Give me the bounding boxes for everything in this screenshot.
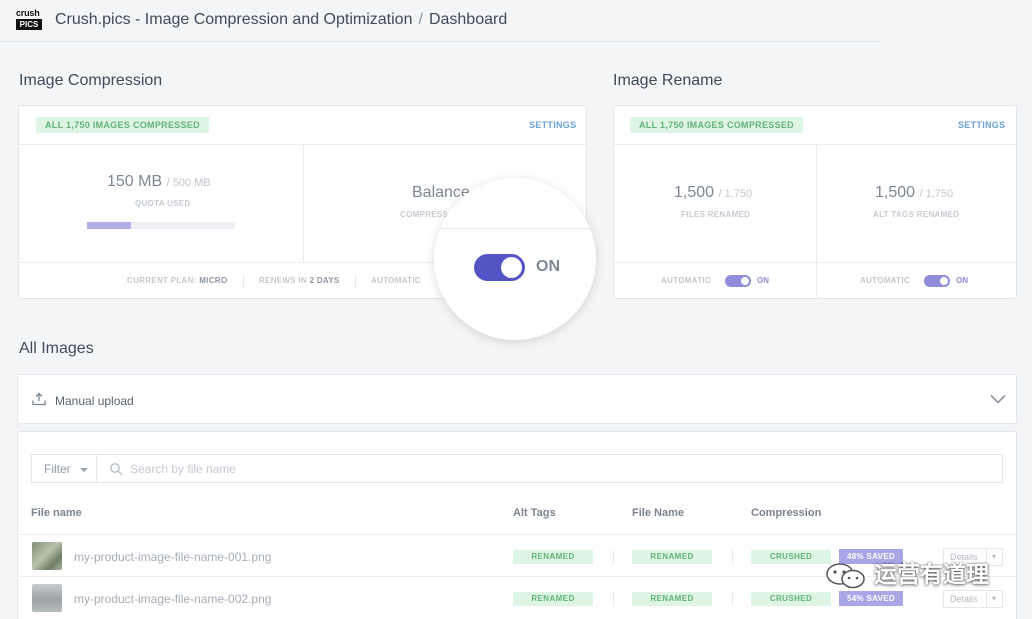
alt-tags-status: RENAMED	[513, 592, 593, 606]
quota-progress-bar	[87, 222, 235, 229]
cell-separator	[732, 550, 733, 564]
logo-text-bottom: PICS	[16, 19, 42, 30]
divider	[614, 144, 1016, 145]
compression-status-badge: ALL 1,750 IMAGES COMPRESSED	[36, 117, 209, 133]
file-name: my-product-image-file-name-001.png	[74, 550, 272, 564]
quota-used-label: QUOTA USED	[135, 199, 191, 208]
automatic-files-state: ON	[757, 276, 769, 285]
cell-separator	[613, 550, 614, 564]
filter-dropdown[interactable]: Filter	[31, 454, 97, 483]
top-bar: crush PICS Crush.pics - Image Compressio…	[0, 0, 880, 42]
column-header-file-name-status[interactable]: File Name	[632, 507, 684, 519]
alt-tags-renamed-value: 1,500 / 1,750	[875, 184, 953, 202]
alt-tags-renamed-total: / 1,750	[919, 188, 954, 200]
files-renamed-count: 1,500	[674, 184, 715, 201]
divider	[986, 591, 987, 607]
column-header-compression[interactable]: Compression	[751, 507, 821, 519]
renews-in-value: 2 DAYS	[309, 276, 340, 285]
compression-mode-label: COMPRESS	[400, 210, 449, 219]
toggle-magnifier: ON	[434, 178, 596, 340]
files-renamed-total: / 1,750	[718, 188, 753, 200]
all-images-title: All Images	[19, 340, 94, 357]
files-renamed-label: FILES RENAMED	[681, 210, 751, 219]
breadcrumb: Crush.pics - Image Compression and Optim…	[55, 11, 507, 29]
compression-status: CRUSHED	[751, 550, 831, 564]
rename-status-badge: ALL 1,750 IMAGES COMPRESSED	[630, 117, 803, 133]
watermark-text: 运营有道理	[874, 562, 989, 588]
current-plan: CURRENT PLAN: MICRO	[127, 276, 227, 286]
footer-separator	[355, 275, 356, 287]
alt-tags-status: RENAMED	[513, 550, 593, 564]
files-renamed-value: 1,500 / 1,750	[674, 184, 752, 202]
crush-pics-logo[interactable]: crush PICS	[16, 9, 42, 31]
quota-used-value: 150 MB / 500 MB	[107, 173, 211, 191]
column-header-alt-tags[interactable]: Alt Tags	[513, 507, 556, 519]
current-plan-label: CURRENT PLAN:	[127, 276, 197, 285]
caret-down-icon[interactable]: ▾	[992, 552, 996, 561]
image-rename-title: Image Rename	[613, 72, 723, 89]
details-button[interactable]: Details ▾	[943, 590, 1003, 608]
automatic-compression-label: AUTOMATIC	[371, 276, 421, 285]
search-box	[96, 454, 1003, 483]
saved-badge: 54% SAVED	[839, 591, 903, 606]
alt-tags-renamed-count: 1,500	[875, 184, 916, 201]
automatic-alt-label: AUTOMATIC	[860, 276, 910, 285]
rename-settings-link[interactable]: SETTINGS	[958, 120, 1005, 130]
quota-total: / 500 MB	[166, 177, 211, 189]
manual-upload-panel[interactable]	[17, 374, 1017, 424]
automatic-files-toggle[interactable]	[725, 275, 751, 287]
breadcrumb-app-title[interactable]: Crush.pics - Image Compression and Optim…	[55, 11, 412, 28]
breadcrumb-current-page: Dashboard	[428, 11, 508, 28]
renews-in-label: RENEWS IN	[259, 276, 308, 285]
file-name-status: RENAMED	[632, 592, 712, 606]
image-rename-card: ALL 1,750 IMAGES COMPRESSED SETTINGS 1,5…	[613, 105, 1017, 299]
quota-progress-fill	[87, 222, 132, 229]
quota-value: 150 MB	[107, 173, 163, 190]
automatic-alt-toggle[interactable]	[924, 275, 950, 287]
compression-settings-link[interactable]: SETTINGS	[529, 120, 576, 130]
column-header-file-name[interactable]: File name	[31, 507, 82, 519]
renews-in: RENEWS IN 2 DAYS	[259, 276, 340, 286]
cell-separator	[613, 592, 614, 606]
automatic-compression-state: ON	[536, 258, 560, 275]
divider	[816, 144, 817, 299]
manual-upload-label[interactable]: Manual upload	[55, 394, 134, 408]
current-plan-value: MICRO	[199, 276, 228, 285]
logo-text-top: crush	[16, 8, 40, 18]
footer-separator	[243, 275, 244, 287]
automatic-files-label: AUTOMATIC	[661, 276, 711, 285]
automatic-compression-toggle[interactable]	[474, 254, 525, 281]
caret-down-icon	[80, 468, 88, 472]
details-label: Details	[950, 594, 978, 604]
divider	[303, 144, 304, 262]
automatic-alt-state: ON	[956, 276, 968, 285]
image-thumbnail	[32, 584, 62, 612]
divider	[614, 262, 1016, 263]
divider	[434, 228, 596, 229]
search-icon	[110, 463, 123, 476]
chevron-down-icon[interactable]	[990, 394, 1006, 404]
image-thumbnail	[32, 542, 62, 570]
image-compression-title: Image Compression	[19, 72, 163, 89]
filter-label: Filter	[44, 462, 71, 476]
file-name-status: RENAMED	[632, 550, 712, 564]
divider	[17, 534, 1016, 535]
alt-tags-renamed-label: ALT TAGS RENAMED	[873, 210, 960, 219]
search-input[interactable]	[130, 460, 990, 478]
wechat-icon	[826, 563, 865, 589]
file-name: my-product-image-file-name-002.png	[74, 592, 272, 606]
breadcrumb-separator: /	[418, 11, 423, 28]
upload-icon	[32, 392, 46, 406]
caret-down-icon[interactable]: ▾	[992, 594, 996, 603]
cell-separator	[732, 592, 733, 606]
compression-status: CRUSHED	[751, 592, 831, 606]
